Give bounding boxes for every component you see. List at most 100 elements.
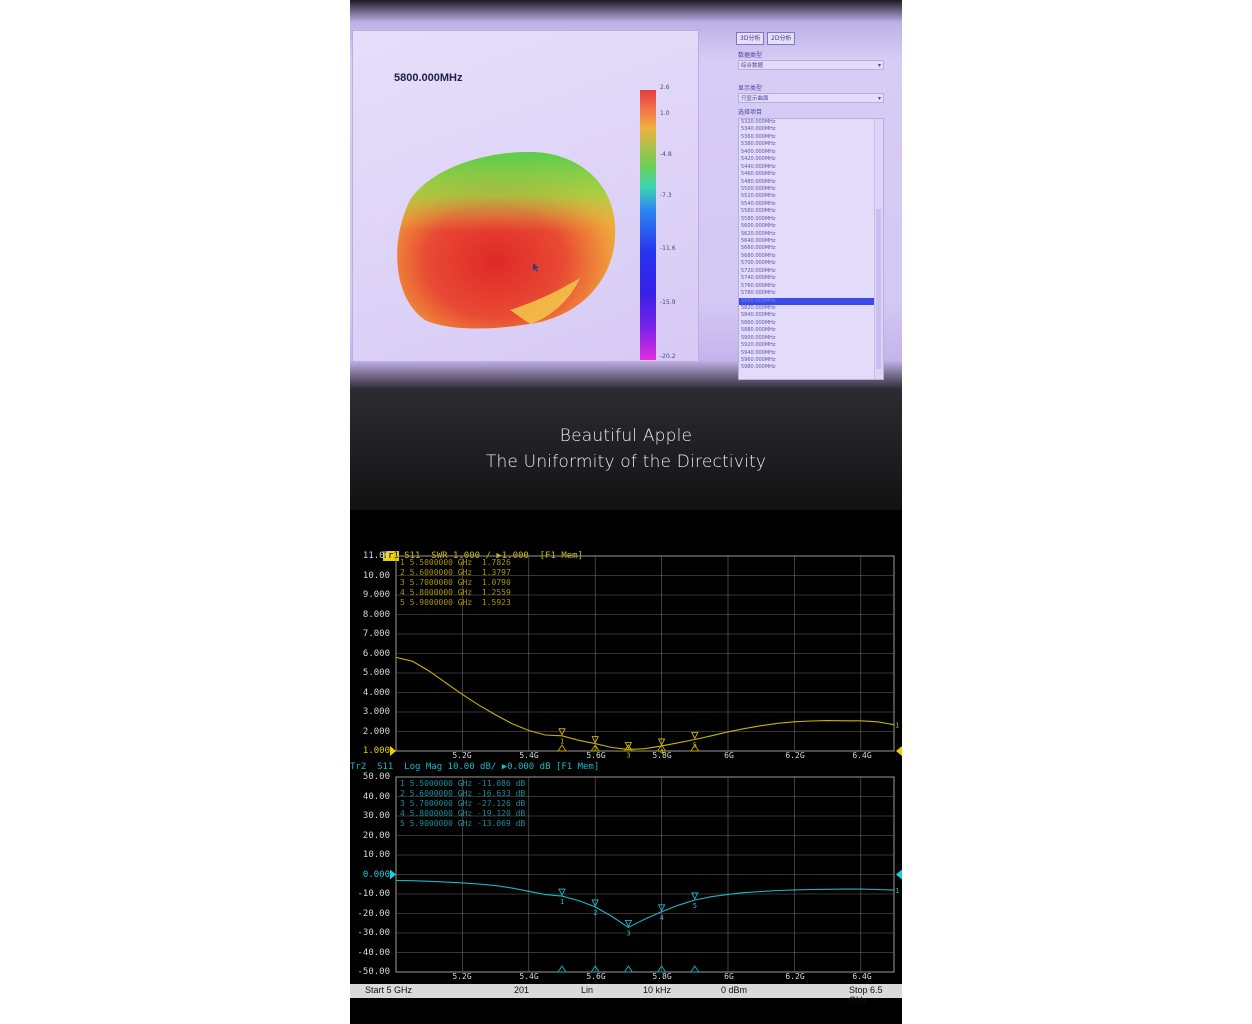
scrollbar-thumb[interactable] xyxy=(876,209,881,369)
frequency-list-item[interactable]: 5860.000MHz xyxy=(739,320,883,327)
tr1-ytick: 9.000 xyxy=(362,590,390,600)
tr2-ref-arrow-right xyxy=(896,869,902,880)
tr2-ytick: 30.00 xyxy=(362,811,390,821)
tr2-ytick: -20.00 xyxy=(357,908,390,919)
tr1-ytick: 11.00 xyxy=(362,551,390,561)
tab-3d-analysis[interactable]: 3D分析 xyxy=(736,32,765,45)
tr1-marker-row: 2 5.6000000 GHz 1.3797 xyxy=(400,568,511,577)
tr1-xtick: 6G xyxy=(724,751,734,760)
tr1-ytick: 5.000 xyxy=(362,668,390,678)
frequency-list-item[interactable]: 5980.000MHz xyxy=(739,364,883,371)
frequency-list-item[interactable]: 5920.000MHz xyxy=(739,342,883,349)
frequency-list-item[interactable]: 5820.000MHz xyxy=(739,305,883,312)
radiation-pattern-photo: 5800.000MHz 2.6 1.0 -4.8 -7.3 -11.6 -15.… xyxy=(350,0,902,390)
settings-panel: 3D分析 2D分析 数据类型 综合数据 ▾ 显示类型 只显示曲面 ▾ 选择项目 … xyxy=(736,30,898,380)
tr2-marker-label: 5 xyxy=(693,902,697,910)
frequency-list-item[interactable]: 5480.000MHz xyxy=(739,179,883,186)
tr2-marker-row: 4 5.8000000 GHz -19.120 dB xyxy=(400,809,526,818)
frequency-list-item[interactable]: 5780.000MHz xyxy=(739,290,883,297)
colorbar-tick: 2.6 xyxy=(660,84,670,91)
frequency-list-item[interactable]: 5760.000MHz xyxy=(739,283,883,290)
tr2-marker-pos-5 xyxy=(689,965,700,973)
frequency-list-item[interactable]: 5840.000MHz xyxy=(739,312,883,319)
data-type-dropdown[interactable]: 综合数据 ▾ xyxy=(738,60,884,70)
tr2-ytick: -30.00 xyxy=(357,928,390,938)
frequency-list-item[interactable]: 5800.000MHz xyxy=(739,297,883,305)
display-type-label: 显示类型 xyxy=(738,85,763,92)
frequency-list-item[interactable]: 5400.000MHz xyxy=(739,149,883,156)
frequency-list-item[interactable]: 5740.000MHz xyxy=(739,275,883,282)
frequency-list-item[interactable]: 5520.000MHz xyxy=(739,193,883,200)
frequency-list-item[interactable]: 5720.000MHz xyxy=(739,268,883,275)
tr1-xtick: 5.6G xyxy=(586,751,606,760)
tr1-ytick: 10.00 xyxy=(362,570,390,581)
display-type-value: 只显示曲面 xyxy=(741,96,769,102)
tr1-marker-5 xyxy=(691,732,699,740)
tr2-ytick: -10.00 xyxy=(357,889,390,899)
frequency-list-item[interactable]: 5440.000MHz xyxy=(739,164,883,171)
status-points: 201 xyxy=(514,985,530,995)
tr2-ref-arrow-left xyxy=(390,869,396,880)
tr2-ytick-ref: 0.000 xyxy=(362,869,390,880)
tr2-marker-row: 1 5.5000000 GHz -11.086 dB xyxy=(400,779,526,788)
tr2-xtick: 5.4G xyxy=(519,972,539,981)
frequency-list-item[interactable]: 5460.000MHz xyxy=(739,171,883,178)
tr1-xtick: 5.8G xyxy=(652,751,672,760)
frequency-list-item[interactable]: 5420.000MHz xyxy=(739,156,883,163)
tr2-marker-label: 1 xyxy=(560,898,564,906)
tr2-xtick: 5.8G xyxy=(652,972,672,981)
frequency-list-item[interactable]: 5620.000MHz xyxy=(739,231,883,238)
caption-band: Beautiful Apple The Uniformity of the Di… xyxy=(350,390,902,510)
frequency-list-item[interactable]: 5360.000MHz xyxy=(739,134,883,141)
tr1-trace-end-label: 1 xyxy=(895,722,899,730)
image-strip: 5800.000MHz 2.6 1.0 -4.8 -7.3 -11.6 -15.… xyxy=(350,0,902,1024)
frequency-list-item[interactable]: 5340.000MHz xyxy=(739,126,883,133)
tr1-marker-row: 3 5.7000000 GHz 1.0790 xyxy=(400,578,511,587)
tr2-xtick: 5.2G xyxy=(452,972,472,981)
tr2-marker-pos-3 xyxy=(623,965,634,973)
tr1-marker-row: 4 5.8000000 GHz 1.2559 xyxy=(400,588,511,597)
chevron-down-icon: ▾ xyxy=(877,62,881,69)
colorbar-tick: -11.6 xyxy=(660,245,676,252)
tr1-ytick: 8.000 xyxy=(362,609,390,620)
frequency-list-item[interactable]: 5900.000MHz xyxy=(739,335,883,342)
frequency-list-item[interactable]: 5540.000MHz xyxy=(739,201,883,208)
tr2-ytick: -50.00 xyxy=(357,967,390,977)
chevron-down-icon: ▾ xyxy=(877,95,881,102)
frequency-list-item[interactable]: 5940.000MHz xyxy=(739,350,883,357)
display-type-dropdown[interactable]: 只显示曲面 ▾ xyxy=(738,93,884,103)
frequency-list-item[interactable]: 5960.000MHz xyxy=(739,357,883,364)
tr1-ytick: 2.000 xyxy=(362,726,390,737)
tr2-ytick: 10.00 xyxy=(362,850,390,860)
plot-frequency-title: 5800.000MHz xyxy=(394,72,463,84)
colorbar-tick: -20.2 xyxy=(660,353,676,360)
frequency-list-item[interactable]: 5600.000MHz xyxy=(739,223,883,230)
frequency-list-item[interactable]: 5560.000MHz xyxy=(739,208,883,215)
listbox-scrollbar[interactable] xyxy=(874,119,883,379)
frequency-list-item[interactable]: 5700.000MHz xyxy=(739,260,883,267)
colorbar xyxy=(640,90,656,360)
frequency-list-item[interactable]: 5680.000MHz xyxy=(739,253,883,260)
vna-screen: Tr1 S11 SWR 1.000 / ▶1.000 [F1 Mem] Tr2 … xyxy=(350,538,902,998)
tr1-ytick: 4.000 xyxy=(362,687,390,698)
tr1-ref-arrow-right xyxy=(896,746,902,756)
frequency-list-item[interactable]: 5320.000MHz xyxy=(739,119,883,126)
tr1-xtick: 6.4G xyxy=(852,751,872,760)
data-type-value: 综合数据 xyxy=(741,63,764,69)
tab-2d-analysis[interactable]: 2D分析 xyxy=(767,32,796,45)
tr2-ytick: 20.00 xyxy=(362,830,390,841)
frequency-list-item[interactable]: 5880.000MHz xyxy=(739,327,883,334)
data-type-label: 数据类型 xyxy=(738,52,763,59)
frequency-list-item[interactable]: 5580.000MHz xyxy=(739,216,883,223)
frequency-list-item[interactable]: 5660.000MHz xyxy=(739,245,883,252)
status-if-bandwidth: 10 kHz xyxy=(643,985,672,995)
tr1-marker-row-active: 5 5.9000000 GHz 1.5923 xyxy=(400,598,511,607)
frequency-list-item[interactable]: 5500.000MHz xyxy=(739,186,883,193)
frequency-list-item[interactable]: 5640.000MHz xyxy=(739,238,883,245)
frequency-listbox[interactable]: 5320.000MHz 5340.000MHz 5360.000MHz 5380.00… xyxy=(738,118,884,380)
frequency-list-item[interactable]: 5380.000MHz xyxy=(739,141,883,148)
tr2-marker-pos-1 xyxy=(557,965,567,973)
tr2-trace xyxy=(395,879,895,929)
tr1-trace xyxy=(395,656,895,750)
tr2-xtick: 6.2G xyxy=(785,972,805,981)
